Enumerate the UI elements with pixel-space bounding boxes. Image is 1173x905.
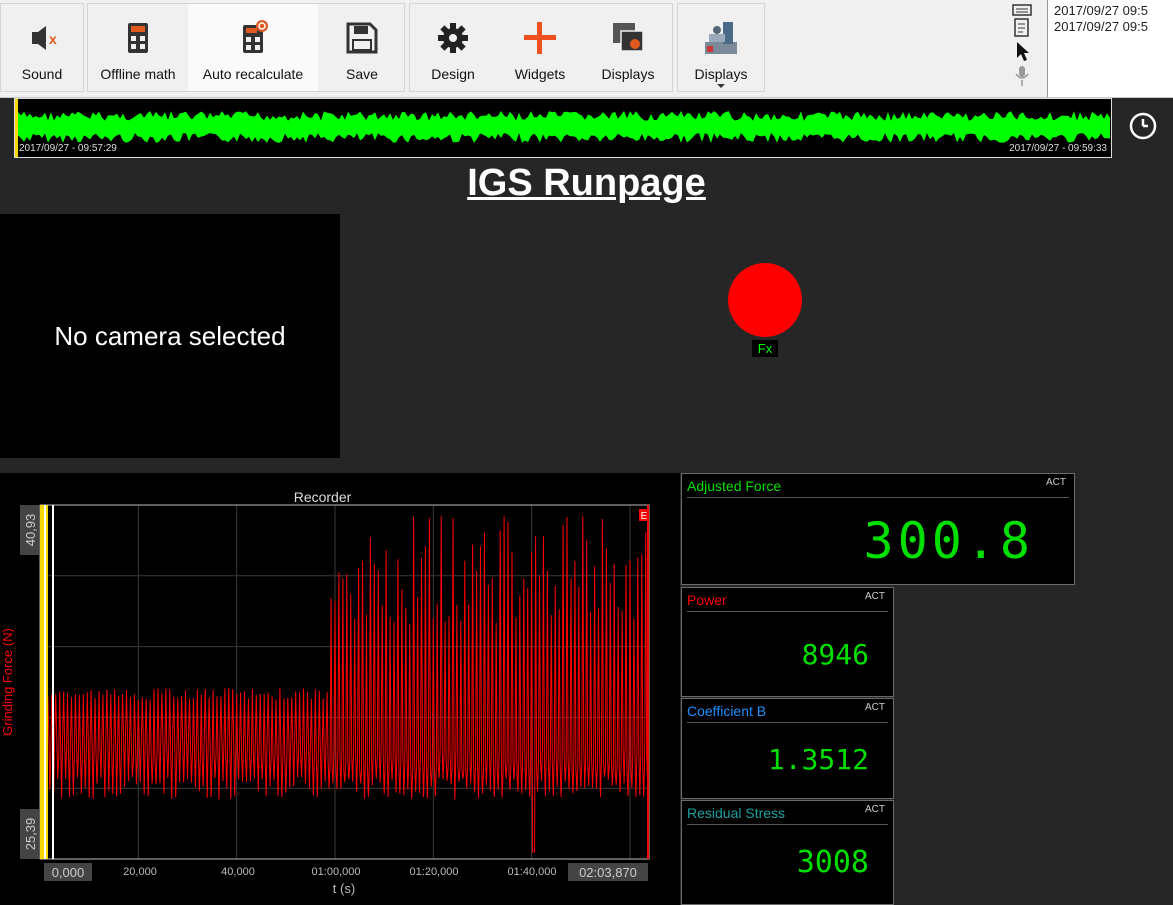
x-tick-label: 01:40,000 — [508, 866, 557, 878]
microphone-icon[interactable] — [1015, 66, 1029, 86]
displays-dropdown-button[interactable]: Displays — [678, 4, 764, 91]
residual-stress-meter[interactable]: Residual Stress ACT 3008 — [681, 800, 894, 905]
sound-group: x Sound — [0, 3, 84, 92]
calculator-refresh-icon — [243, 20, 268, 53]
camera-message: No camera selected — [54, 320, 286, 351]
y-max-label: 40,93 — [23, 514, 38, 547]
side-icons — [1008, 2, 1036, 92]
adjusted-force-meter[interactable]: Adjusted Force ACT 300.8 — [681, 473, 1075, 585]
document-icon[interactable] — [1014, 18, 1029, 37]
meter-badge: ACT — [865, 702, 885, 713]
save-label: Save — [346, 66, 378, 82]
camera-view[interactable]: No camera selected — [0, 214, 340, 458]
x-tick-label: 0,000 — [52, 865, 85, 880]
meter-divider — [687, 824, 888, 825]
math-group: Offline math Auto recalculate Save — [87, 3, 405, 92]
meter-divider — [687, 497, 1069, 498]
design-button[interactable]: Design — [410, 4, 496, 91]
meter-title: Coefficient B — [687, 703, 767, 719]
meter-badge: ACT — [1046, 477, 1066, 488]
end-marker-text: E — [641, 511, 648, 522]
offline-math-button[interactable]: Offline math — [88, 4, 188, 91]
meter-title: Adjusted Force — [687, 478, 782, 494]
meter-title: Residual Stress — [687, 805, 786, 821]
meter-badge: ACT — [865, 591, 885, 602]
pointer-icon[interactable] — [1017, 42, 1029, 61]
meter-divider — [687, 722, 888, 723]
design-group: Design Widgets Displays — [409, 3, 673, 92]
x-tick-label: 40,000 — [221, 866, 255, 878]
meter-value: 1.3512 — [767, 743, 869, 776]
meter-divider — [687, 611, 888, 612]
overview-start-time: 2017/09/27 - 09:57:29 — [19, 143, 117, 154]
overview-trace — [15, 111, 1110, 143]
displays2-group: Displays — [677, 3, 765, 92]
grinding-force-series — [39, 515, 650, 853]
auto-recalculate-label: Auto recalculate — [202, 66, 304, 82]
meter-value: 3008 — [796, 845, 869, 880]
widgets-label: Widgets — [514, 66, 566, 82]
save-button[interactable]: Save — [320, 4, 404, 91]
design-label: Design — [431, 66, 475, 82]
displays-label: Displays — [601, 66, 655, 82]
page-title: IGS Runpage — [0, 162, 1173, 205]
overview-timeline[interactable]: 2017/09/27 - 09:57:29 2017/09/27 - 09:59… — [14, 98, 1112, 158]
offline-math-label: Offline math — [100, 66, 176, 82]
x-tick-label: 02:03,870 — [579, 865, 637, 880]
overview-waveform — [15, 111, 1110, 143]
x-tick-label: 01:00,000 — [312, 866, 361, 878]
speaker-mute-icon: x — [32, 26, 57, 50]
calculator-icon — [128, 23, 148, 53]
grinding-machine-icon — [705, 22, 737, 54]
widgets-button[interactable]: Widgets — [496, 4, 584, 91]
fx-indicator-label: Fx — [752, 340, 778, 357]
y-axis-label: Grinding Force (N) — [0, 628, 15, 736]
x-axis-label: t (s) — [333, 881, 355, 896]
auto-recalculate-button[interactable]: Auto recalculate — [188, 4, 318, 91]
meter-badge: ACT — [865, 804, 885, 815]
fx-indicator-lamp — [728, 263, 802, 337]
plot-frame — [39, 504, 650, 860]
event-log[interactable]: 2017/09/27 09:5 2017/09/27 09:5 — [1047, 0, 1173, 97]
coefficient-b-meter[interactable]: Coefficient B ACT 1.3512 — [681, 698, 894, 799]
log-entry: 2017/09/27 09:5 — [1054, 3, 1148, 18]
recorder-widget[interactable]: Recorder E 40,93 25,39 Grinding Force (N… — [0, 473, 680, 905]
meter-value: 300.8 — [863, 512, 1034, 570]
svg-text:x: x — [49, 31, 57, 47]
power-meter[interactable]: Power ACT 8946 — [681, 587, 894, 697]
displays2-label: Displays — [694, 66, 748, 82]
dropdown-caret-icon — [717, 84, 725, 88]
keyboard-icon[interactable] — [1012, 4, 1032, 16]
toolbar: x Sound Offline math Auto recalculate Sa… — [0, 0, 1173, 98]
sound-button[interactable]: x Sound — [1, 4, 83, 91]
clock-icon[interactable] — [1127, 110, 1159, 142]
overview-end-time: 2017/09/27 - 09:59:33 — [1009, 143, 1107, 154]
x-tick-label: 01:20,000 — [410, 866, 459, 878]
recorder-chart: E 40,93 25,39 Grinding Force (N) 0,000 2… — [0, 504, 650, 896]
meter-value: 8946 — [801, 638, 869, 671]
meter-title: Power — [687, 592, 727, 608]
floppy-disk-icon — [346, 22, 378, 54]
chart-grid — [40, 505, 649, 859]
x-tick-label: 20,000 — [123, 866, 157, 878]
gear-icon — [438, 23, 468, 53]
displays-icon — [613, 23, 644, 52]
plus-icon — [524, 22, 556, 54]
sound-label: Sound — [21, 66, 63, 82]
page-title-text: IGS Runpage — [467, 162, 706, 204]
side-icon-stack — [1012, 4, 1032, 86]
displays-button[interactable]: Displays — [584, 4, 672, 91]
overview-start-marker[interactable] — [15, 99, 18, 157]
log-entry: 2017/09/27 09:5 — [1054, 19, 1148, 34]
y-min-label: 25,39 — [23, 818, 38, 851]
